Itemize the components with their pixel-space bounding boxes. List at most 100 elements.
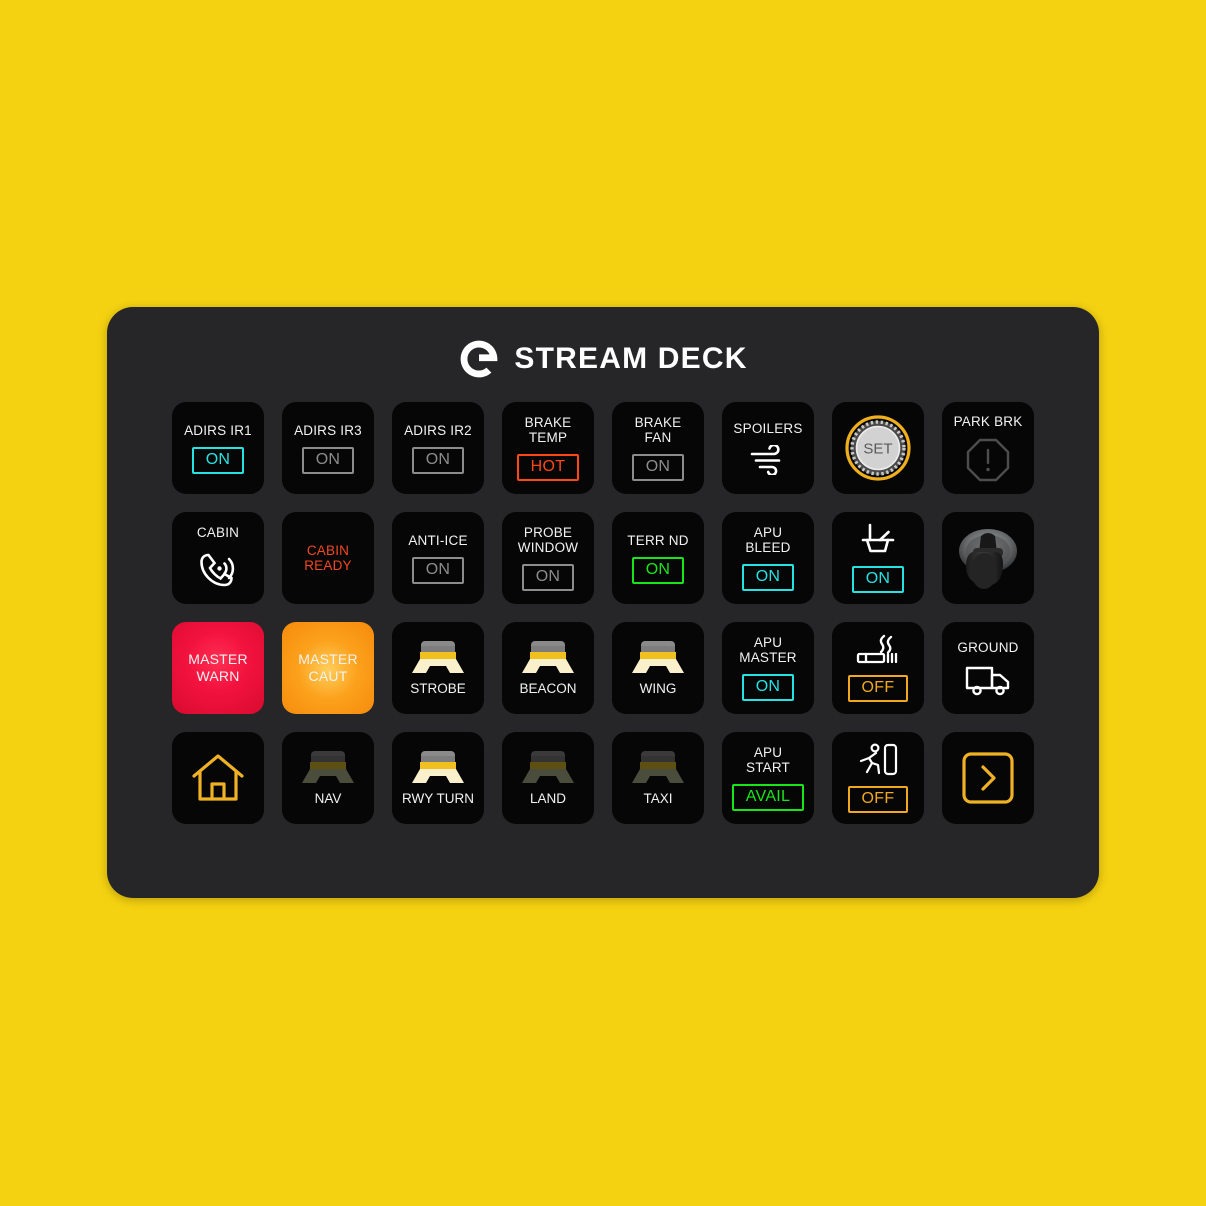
key-content: APU MASTER ON [739, 635, 797, 701]
key-terr-nd[interactable]: TERR ND ON [612, 512, 704, 604]
key-wing-light[interactable]: WING [612, 622, 704, 714]
key-title: ADIRS IR1 [184, 422, 252, 438]
headset-photo-icon [942, 512, 1034, 604]
key-cabin-ready[interactable]: CABIN READY [282, 512, 374, 604]
key-status-badge: ON [851, 566, 905, 593]
key-spoilers[interactable]: SPOILERS [722, 402, 814, 494]
key-caption: STROBE [410, 681, 466, 696]
key-content: TERR ND ON [627, 532, 689, 584]
key-seatbelt-sign[interactable]: ON [832, 512, 924, 604]
key-probe-window[interactable]: PROBE WINDOW ON [502, 512, 594, 604]
key-title: ADIRS IR2 [404, 422, 472, 438]
key-status-badge: HOT [516, 454, 580, 481]
key-strobe-light[interactable]: STROBE [392, 622, 484, 714]
key-content: ANTI-ICE ON [408, 533, 467, 584]
key-ground[interactable]: GROUND [942, 622, 1034, 714]
key-title: BRAKE TEMP [524, 415, 572, 445]
key-icon [856, 634, 900, 666]
key-master-caut[interactable]: MASTER CAUT [282, 622, 374, 714]
key-status-badge: ON [191, 446, 245, 474]
exit-run-icon [859, 743, 898, 776]
key-content: ON [851, 523, 905, 593]
key-beacon-light[interactable]: BEACON [502, 622, 594, 714]
lamp-icon [411, 751, 464, 783]
key-status-badge: ON [631, 454, 685, 481]
key-content: ADIRS IR2 ON [404, 423, 472, 474]
key-icon [942, 512, 1034, 604]
key-content: BRAKE FAN ON [631, 415, 685, 481]
key-set-knob[interactable]: SET [832, 402, 924, 494]
key-apu-bleed[interactable]: APU BLEED ON [722, 512, 814, 604]
key-icon: SET [845, 415, 911, 481]
octagon-warning-icon [966, 438, 1010, 482]
key-land-light[interactable]: LAND [502, 732, 594, 824]
key-title: CABIN [196, 525, 240, 540]
key-master-warn[interactable]: MASTER WARN [172, 622, 264, 714]
key-status-badge: ON [301, 446, 355, 474]
key-title: MASTER CAUT [298, 651, 358, 684]
key-park-brk[interactable]: PARK BRK [942, 402, 1034, 494]
key-cabin-call[interactable]: CABIN [172, 512, 264, 604]
key-status-badge: ON [741, 674, 795, 701]
key-title: APU BLEED [745, 525, 791, 555]
key-apu-master[interactable]: APU MASTER ON [722, 622, 814, 714]
key-content [191, 753, 245, 803]
chevron-right-boxed-icon [962, 752, 1014, 804]
key-content: APU BLEED ON [741, 525, 795, 591]
lamp-icon [302, 751, 354, 783]
key-caption: BEACON [519, 681, 577, 696]
key-apu-start[interactable]: APU START AVAIL [722, 732, 814, 824]
key-icon [965, 664, 1011, 696]
key-brake-fan[interactable]: BRAKE FAN ON [612, 402, 704, 494]
lamp-icon [522, 751, 574, 783]
cigarette-icon [856, 634, 898, 664]
key-title: SPOILERS [733, 421, 803, 436]
key-content: LAND [522, 750, 574, 806]
key-content: CABIN [197, 525, 239, 591]
key-content: OFF [847, 634, 909, 702]
key-title: CABIN READY [304, 543, 352, 573]
key-content: ADIRS IR3 ON [294, 423, 362, 474]
screenshot-stage: STREAM DECK ADIRS IR1 ON ADIRS IR3 ON ADIRS … [0, 0, 1206, 1206]
key-title: TERR ND [627, 532, 689, 548]
key-home[interactable] [172, 732, 264, 824]
set-knob-icon: SET [845, 415, 911, 481]
key-brake-temp[interactable]: BRAKE TEMP HOT [502, 402, 594, 494]
key-no-smoking[interactable]: OFF [832, 622, 924, 714]
key-icon [856, 743, 900, 777]
key-content: WING [632, 640, 684, 696]
key-status-badge: OFF [847, 675, 909, 702]
wind-icon [750, 445, 781, 475]
key-evacuation[interactable]: OFF [832, 732, 924, 824]
lamp-icon [411, 641, 464, 673]
key-adirs-ir2[interactable]: ADIRS IR2 ON [392, 402, 484, 494]
key-adirs-ir3[interactable]: ADIRS IR3 ON [282, 402, 374, 494]
stream-deck-device: STREAM DECK ADIRS IR1 ON ADIRS IR3 ON ADIRS … [107, 307, 1099, 898]
key-content: BRAKE TEMP HOT [516, 415, 580, 481]
key-status-badge: OFF [847, 786, 909, 813]
key-next-page[interactable] [942, 732, 1034, 824]
key-adirs-ir1[interactable]: ADIRS IR1 ON [172, 402, 264, 494]
truck-icon [965, 666, 1010, 696]
key-caption: NAV [314, 791, 342, 806]
key-taxi-light[interactable]: TAXI [612, 732, 704, 824]
elgato-logo-icon [461, 340, 498, 378]
key-headset[interactable] [942, 512, 1034, 604]
lamp-icon [632, 751, 684, 783]
key-nav-light[interactable]: NAV [282, 732, 374, 824]
key-content: MASTER CAUT [298, 651, 358, 685]
key-content: PARK BRK [954, 414, 1023, 482]
key-status-badge: ON [411, 446, 465, 474]
key-status-badge: ON [631, 556, 685, 584]
key-icon [962, 752, 1014, 804]
key-title: MASTER WARN [188, 651, 248, 684]
key-caption: WING [639, 681, 677, 696]
key-rwy-turn-light[interactable]: RWY TURN [392, 732, 484, 824]
key-content [942, 512, 1034, 604]
lamp-icon [632, 641, 684, 673]
key-anti-ice[interactable]: ANTI-ICE ON [392, 512, 484, 604]
key-status-badge: ON [411, 556, 465, 584]
key-icon [856, 523, 900, 557]
key-content: PROBE WINDOW ON [518, 525, 578, 591]
phone-call-icon [200, 553, 235, 587]
